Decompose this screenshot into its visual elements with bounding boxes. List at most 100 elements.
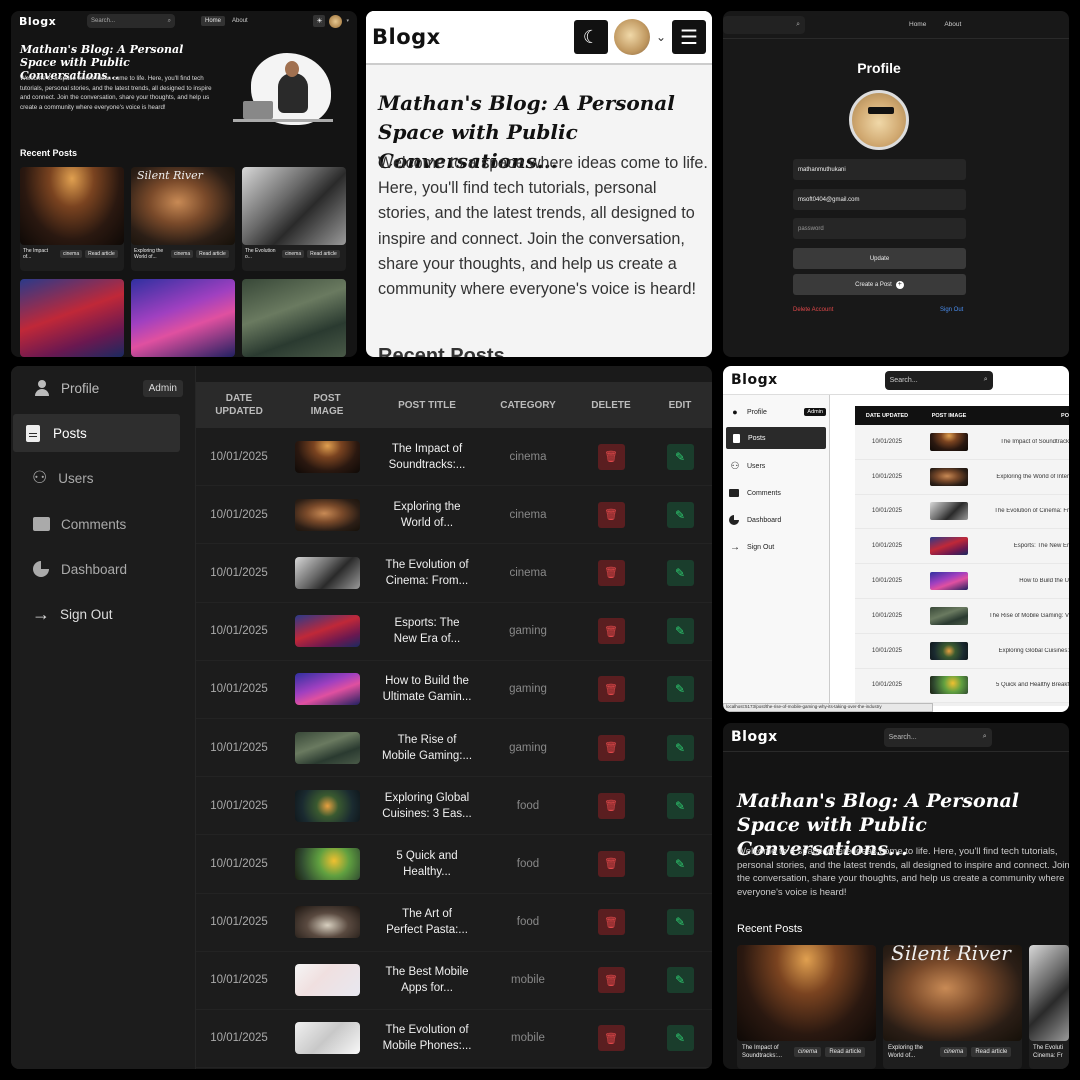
post-thumbnail[interactable] bbox=[294, 964, 360, 997]
sidebar-item-dashboard[interactable]: Dashboard bbox=[729, 512, 826, 528]
sidebar-item-posts[interactable]: Posts bbox=[13, 414, 180, 452]
logo[interactable]: Blogx bbox=[372, 25, 441, 49]
row-title[interactable]: Exploring the World of... bbox=[372, 499, 482, 531]
post-card-image[interactable]: Silent River bbox=[883, 945, 1022, 1041]
pencil-icon[interactable]: ✎ bbox=[666, 967, 694, 994]
post-thumbnail[interactable] bbox=[294, 440, 360, 473]
trash-icon[interactable]: 🗑 bbox=[597, 443, 625, 470]
post-thumbnail[interactable] bbox=[294, 673, 360, 706]
avatar[interactable] bbox=[329, 14, 343, 28]
post-card[interactable]: Silent River Exploring the World of... c… bbox=[131, 167, 235, 271]
post-thumbnail[interactable] bbox=[294, 498, 360, 531]
trash-icon[interactable]: 🗑 bbox=[597, 734, 625, 761]
post-thumbnail[interactable] bbox=[930, 676, 968, 695]
post-thumbnail[interactable] bbox=[294, 731, 360, 764]
row-title[interactable]: The Evolution of Mobile Phones:... bbox=[372, 1022, 482, 1054]
sidebar-item-posts[interactable]: Posts bbox=[726, 427, 826, 449]
pencil-icon[interactable]: ✎ bbox=[666, 850, 694, 877]
post-thumbnail[interactable] bbox=[294, 847, 360, 880]
trash-icon[interactable]: 🗑 bbox=[597, 967, 625, 994]
read-article-button[interactable]: Read article bbox=[307, 250, 340, 258]
row-title[interactable]: Exploring the World of Inter bbox=[979, 474, 1069, 480]
post-thumbnail[interactable] bbox=[930, 606, 968, 625]
logo[interactable]: Blogx bbox=[731, 729, 778, 745]
chevron-down-icon[interactable]: ⌄ bbox=[656, 30, 666, 44]
sidebar-item-comments[interactable]: Comments bbox=[729, 485, 826, 501]
username-field[interactable]: mathanmuthukani bbox=[793, 159, 966, 180]
post-thumbnail[interactable] bbox=[294, 1022, 360, 1055]
search-input[interactable]: ⌕ bbox=[723, 15, 805, 34]
post-thumbnail[interactable] bbox=[930, 641, 968, 660]
row-title[interactable]: Esports: The New Era of... bbox=[372, 615, 482, 647]
chevron-down-icon[interactable]: ▾ bbox=[346, 18, 349, 24]
post-card[interactable]: The Evoluti Cinema: Fr bbox=[1029, 945, 1069, 1069]
search-input[interactable]: Search... ⌕ bbox=[884, 370, 993, 390]
menu-icon[interactable]: ☰ bbox=[672, 20, 706, 54]
pencil-icon[interactable]: ✎ bbox=[666, 1025, 694, 1052]
pencil-icon[interactable]: ✎ bbox=[666, 909, 694, 936]
trash-icon[interactable]: 🗑 bbox=[597, 850, 625, 877]
post-thumbnail[interactable] bbox=[294, 789, 360, 822]
read-article-button[interactable]: Read article bbox=[971, 1047, 1012, 1057]
row-title[interactable]: 5 Quick and Healthy... bbox=[372, 848, 482, 880]
trash-icon[interactable]: 🗑 bbox=[597, 1025, 625, 1052]
trash-icon[interactable]: 🗑 bbox=[597, 909, 625, 936]
post-thumbnail[interactable] bbox=[930, 502, 968, 521]
logo[interactable]: Blogx bbox=[19, 15, 79, 28]
pencil-icon[interactable]: ✎ bbox=[666, 618, 694, 645]
sidebar-item-users[interactable]: ⚇ Users bbox=[23, 462, 191, 494]
sidebar-item-signout[interactable]: → Sign Out bbox=[23, 598, 191, 630]
post-card[interactable]: The Impact of... cinema Read article bbox=[20, 167, 124, 271]
password-field[interactable]: password bbox=[793, 218, 966, 239]
row-title[interactable]: Exploring Global Cuisines: 3 Eas... bbox=[372, 790, 482, 822]
post-thumbnail[interactable] bbox=[294, 615, 360, 648]
post-thumbnail[interactable] bbox=[294, 906, 360, 939]
row-title[interactable]: Exploring Global Cuisines: bbox=[979, 648, 1069, 654]
email-field[interactable]: msoft0404@gmail.com bbox=[793, 189, 966, 210]
post-card[interactable]: The Evolution o... cinema Read article bbox=[242, 167, 346, 271]
post-card-image[interactable] bbox=[20, 167, 124, 245]
sidebar-item-dashboard[interactable]: Dashboard bbox=[23, 553, 191, 585]
post-card-image[interactable] bbox=[1029, 945, 1069, 1041]
pencil-icon[interactable]: ✎ bbox=[666, 501, 694, 528]
post-card-image[interactable] bbox=[242, 279, 346, 357]
row-title[interactable]: How to Build the Ultimate Gamin... bbox=[372, 673, 482, 705]
pencil-icon[interactable]: ✎ bbox=[666, 559, 694, 586]
pencil-icon[interactable]: ✎ bbox=[666, 676, 694, 703]
post-thumbnail[interactable] bbox=[294, 556, 360, 589]
sidebar-item-profile[interactable]: Profile Admin bbox=[23, 372, 191, 404]
trash-icon[interactable]: 🗑 bbox=[597, 676, 625, 703]
avatar[interactable] bbox=[613, 19, 650, 55]
row-title[interactable]: The Best Mobile Apps for... bbox=[372, 964, 482, 996]
post-card-image[interactable] bbox=[737, 945, 876, 1041]
delete-account-link[interactable]: Delete Account bbox=[793, 307, 833, 313]
row-title[interactable]: The Evolution of Cinema: From... bbox=[372, 557, 482, 589]
nav-about[interactable]: About bbox=[944, 21, 961, 28]
search-input[interactable]: Search... ⌕ bbox=[883, 727, 992, 747]
post-thumbnail[interactable] bbox=[930, 432, 968, 451]
post-card-image[interactable] bbox=[242, 167, 346, 245]
read-article-button[interactable]: Read article bbox=[196, 250, 229, 258]
update-button[interactable]: Update bbox=[793, 248, 966, 269]
read-article-button[interactable]: Read article bbox=[825, 1047, 866, 1057]
trash-icon[interactable]: 🗑 bbox=[597, 792, 625, 819]
post-card-image[interactable] bbox=[131, 279, 235, 357]
post-thumbnail[interactable] bbox=[930, 537, 968, 556]
moon-icon[interactable]: ☾ bbox=[573, 20, 608, 54]
row-title[interactable]: The Rise of Mobile Gaming: V bbox=[979, 613, 1069, 619]
sidebar-item-profile[interactable]: ● Profile Admin bbox=[729, 404, 826, 420]
search-input[interactable]: Search... ⌕ bbox=[87, 14, 175, 28]
row-title[interactable]: 5 Quick and Healthy Breakf bbox=[979, 682, 1069, 688]
post-thumbnail[interactable] bbox=[930, 467, 968, 486]
sidebar-item-comments[interactable]: Comments bbox=[23, 508, 191, 540]
row-title[interactable]: The Art of Perfect Pasta:... bbox=[372, 906, 482, 938]
pencil-icon[interactable]: ✎ bbox=[666, 443, 694, 470]
profile-avatar[interactable] bbox=[849, 90, 909, 150]
sun-icon[interactable]: ☀ bbox=[313, 15, 326, 27]
sign-out-link[interactable]: Sign Out bbox=[940, 307, 963, 313]
pencil-icon[interactable]: ✎ bbox=[666, 734, 694, 761]
post-card[interactable]: Silent River Exploring the World of... c… bbox=[883, 945, 1022, 1069]
nav-about[interactable]: About bbox=[228, 16, 252, 26]
post-card-image[interactable]: Silent River bbox=[131, 167, 235, 245]
sidebar-item-signout[interactable]: → Sign Out bbox=[729, 539, 826, 555]
